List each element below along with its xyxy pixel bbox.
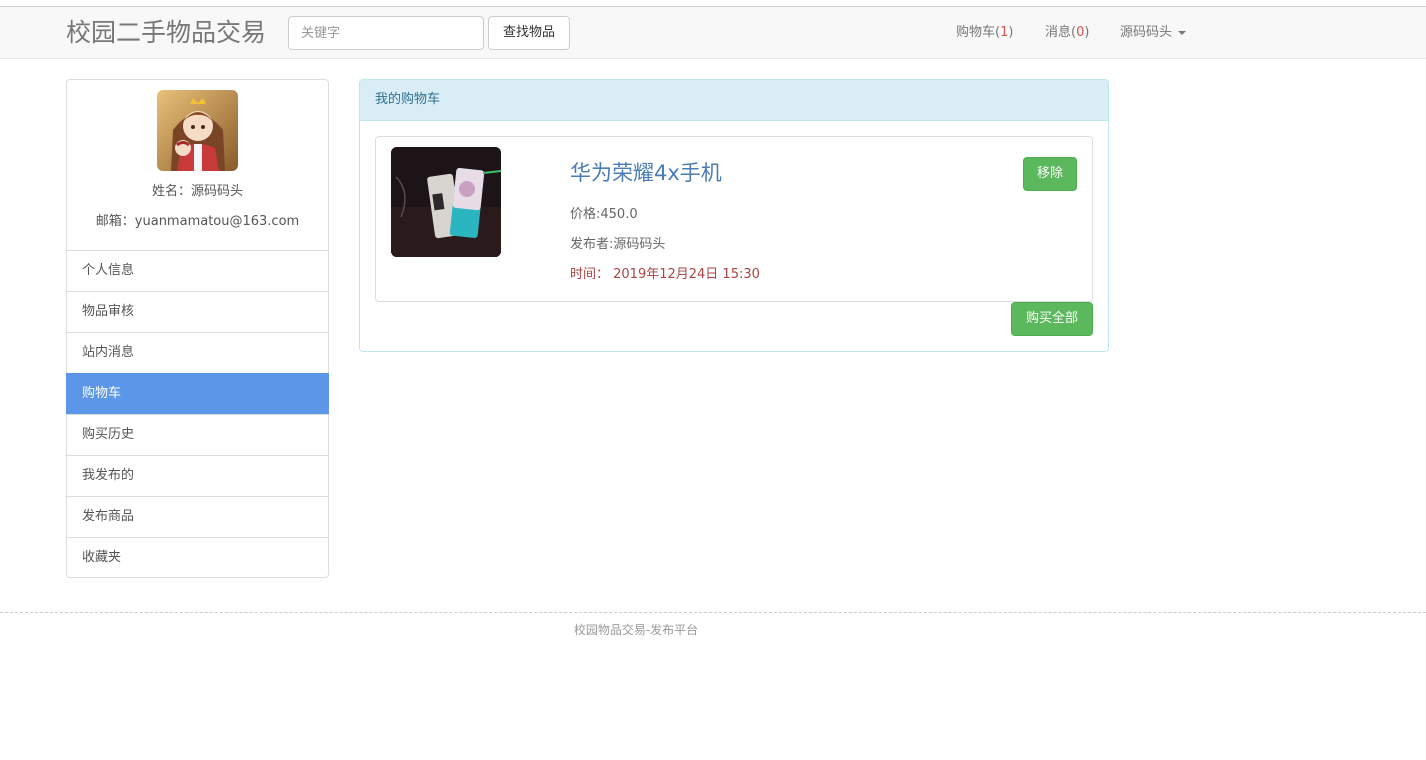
nav-message-close: ) <box>1084 25 1090 40</box>
sidebar-item-my-posts[interactable]: 我发布的 <box>66 455 329 496</box>
sidebar-item-favorites[interactable]: 收藏夹 <box>66 537 329 578</box>
nav-cart-label: 购物车( <box>956 25 1001 40</box>
profile-email: 邮箱：yuanmamatou@163.com <box>95 214 300 229</box>
sidebar-item-publish-item[interactable]: 发布商品 <box>66 496 329 537</box>
cart-panel-heading: 我的购物车 <box>360 80 1108 121</box>
sidebar-item-purchase-history[interactable]: 购买历史 <box>66 414 329 455</box>
site-brand[interactable]: 校园二手物品交易 <box>66 17 266 49</box>
item-photo <box>391 147 501 257</box>
search-button[interactable]: 查找物品 <box>488 16 570 50</box>
nav-cart-close: ) <box>1008 25 1014 40</box>
sidebar-item-site-messages[interactable]: 站内消息 <box>66 332 329 373</box>
profile-name: 姓名：源码码头 <box>151 184 243 199</box>
user-dropdown[interactable]: 源码码头 <box>1120 7 1187 59</box>
user-avatar <box>157 90 238 171</box>
footer-text: 校园物品交易-发布平台 <box>573 623 699 637</box>
cart-item: 华为荣耀4x手机 价格:450.0 发布者:源码码头 时间： 2019年12月2… <box>375 136 1093 302</box>
item-title-link[interactable]: 华为荣耀4x手机 <box>570 157 722 187</box>
cart-panel: 我的购物车 华为荣耀4x手机 价格:450.0 发布者:源码码头 时间： 201… <box>359 79 1109 352</box>
user-name: 源码码头 <box>1120 25 1173 40</box>
sidebar-item-cart[interactable]: 购物车 <box>66 373 329 414</box>
sidebar-item-item-review[interactable]: 物品审核 <box>66 291 329 332</box>
nav-message-label: 消息( <box>1045 25 1077 40</box>
item-seller: 发布者:源码码头 <box>570 237 666 252</box>
top-navbar: 校园二手物品交易 查找物品 购物车(1) 消息(0) 源码码头 <box>0 6 1426 59</box>
item-thumbnail[interactable] <box>391 147 501 257</box>
item-time: 时间： 2019年12月24日 15:30 <box>570 267 760 282</box>
remove-button[interactable]: 移除 <box>1023 157 1077 191</box>
sidebar-menu: 个人信息 物品审核 站内消息 购物车 购买历史 我发布的 发布商品 收藏夹 <box>66 250 329 578</box>
footer-divider <box>0 612 1426 613</box>
item-price: 价格:450.0 <box>570 207 638 222</box>
sidebar-item-personal-info[interactable]: 个人信息 <box>66 250 329 291</box>
search-input[interactable] <box>288 16 484 50</box>
profile-card: 姓名：源码码头 邮箱：yuanmamatou@163.com <box>66 79 329 251</box>
nav-message-link[interactable]: 消息(0) <box>1045 7 1089 59</box>
buy-all-button[interactable]: 购买全部 <box>1011 302 1093 336</box>
nav-cart-link[interactable]: 购物车(1) <box>956 7 1013 59</box>
avatar-image <box>157 90 238 171</box>
caret-down-icon <box>1178 30 1187 35</box>
